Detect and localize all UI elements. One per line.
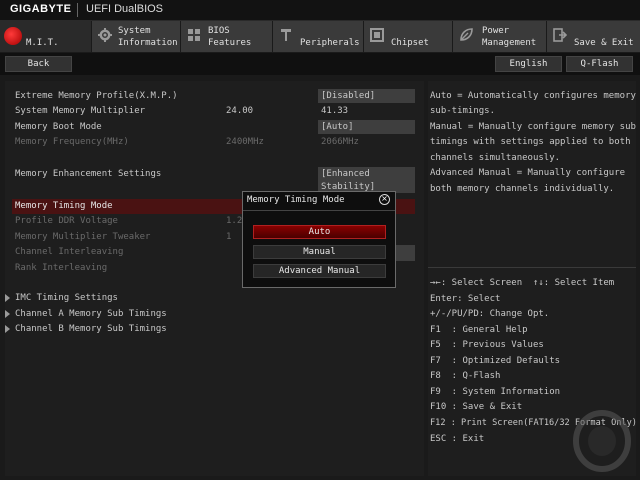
setting-memory-multiplier[interactable]: System Memory Multiplier: [15, 105, 145, 117]
dialog-title: Memory Timing Mode: [247, 195, 345, 205]
tab-label-line2: Management: [482, 38, 537, 48]
setting-memory-frequency-current: 2400MHz: [226, 137, 264, 147]
help-line: Advanced Manual = Manually configure: [430, 168, 626, 178]
key-legend-line: →←: Select Screen ↑↓: Select Item: [430, 278, 615, 288]
setting-memory-enhancement[interactable]: Memory Enhancement Settings: [15, 168, 161, 180]
tab-chipset[interactable]: Chipset: [364, 21, 453, 52]
setting-profile-ddr-voltage: Profile DDR Voltage: [15, 216, 118, 226]
memory-timing-mode-dialog: Memory Timing Mode × Auto Manual Advance…: [242, 191, 396, 288]
submenu-channel-a[interactable]: Channel A Memory Sub Timings: [15, 308, 167, 320]
product-name: UEFI DualBIOS: [86, 3, 164, 15]
tab-power-management[interactable]: Power Management: [453, 21, 547, 52]
tab-peripherals[interactable]: Peripherals: [273, 21, 364, 52]
back-button[interactable]: Back: [5, 56, 72, 72]
submenu-channel-b[interactable]: Channel B Memory Sub Timings: [15, 323, 167, 335]
tab-bios-features[interactable]: BIOS Features: [181, 21, 273, 52]
setting-memory-multiplier-value: 41.33: [321, 106, 349, 116]
tab-label: Save & Exit: [574, 38, 634, 48]
key-legend-line: F1 : General Help: [430, 325, 528, 335]
help-line: channels simultaneously.: [430, 153, 561, 163]
setting-xmp[interactable]: Extreme Memory Profile(X.M.P.): [15, 90, 178, 102]
setting-memory-frequency: Memory Frequency(MHz): [15, 137, 129, 147]
gear-icon: [98, 28, 112, 42]
key-legend-line: F10 : Save & Exit: [430, 402, 523, 412]
brand-separator: [77, 3, 78, 17]
tab-label: Peripherals: [300, 38, 360, 48]
chipset-icon: [370, 28, 384, 42]
submenu-arrow-icon: [5, 310, 10, 318]
setting-multiplier-tweaker-value: 1: [226, 232, 232, 242]
key-legend-line: Enter: Select: [430, 294, 501, 304]
setting-profile-ddr-voltage-value: 1.2: [226, 216, 243, 226]
setting-xmp-value[interactable]: [Disabled]: [321, 90, 375, 102]
key-legend-line: ESC : Exit: [430, 434, 485, 444]
tab-label: System: [118, 26, 151, 36]
exit-icon: [553, 28, 567, 42]
bios-chip-icon: [188, 29, 200, 41]
mit-icon: [4, 27, 22, 45]
setting-memory-enhancement-value[interactable]: [Enhanced: [321, 168, 370, 180]
peripherals-icon: [281, 29, 291, 41]
option-manual[interactable]: Manual: [253, 245, 386, 259]
submenu-imc-timing[interactable]: IMC Timing Settings: [15, 292, 118, 304]
tab-label-line2: Information: [118, 38, 178, 48]
brand-logo: GIGABYTE: [10, 3, 72, 15]
key-legend-line: F7 : Optimized Defaults: [430, 356, 561, 366]
dialog-separator: [243, 210, 395, 211]
setting-memory-boot-mode-value[interactable]: [Auto]: [321, 121, 354, 133]
tab-label: Chipset: [391, 38, 429, 48]
setting-multiplier-tweaker: Memory Multiplier Tweaker: [15, 232, 151, 242]
key-legend-line: F5 : Previous Values: [430, 340, 544, 350]
help-line: both memory channels individually.: [430, 184, 615, 194]
tab-label: Power: [482, 26, 510, 36]
key-legend-line: F8 : Q-Flash: [430, 371, 501, 381]
tab-save-exit[interactable]: Save & Exit: [547, 21, 640, 52]
main-tabs: M.I.T. System Information BIOS Features …: [0, 21, 640, 52]
submenu-arrow-icon: [5, 325, 10, 333]
power-leaf-icon: [460, 28, 473, 41]
qflash-button[interactable]: Q-Flash: [566, 56, 633, 72]
help-line: Manual = Manually configure memory sub: [430, 122, 636, 132]
close-icon[interactable]: ×: [379, 194, 390, 205]
help-line: sub-timings.: [430, 106, 496, 116]
watermark-logo: [573, 410, 631, 472]
key-legend-line: F9 : System Information: [430, 387, 561, 397]
setting-memory-multiplier-current: 24.00: [226, 106, 254, 116]
tab-label: M.I.T.: [26, 38, 59, 48]
help-divider: [428, 267, 636, 268]
help-line: Auto = Automatically configures memory: [430, 91, 636, 101]
setting-memory-timing-mode[interactable]: Memory Timing Mode: [15, 200, 113, 212]
option-auto[interactable]: Auto: [253, 225, 386, 239]
submenu-arrow-icon: [5, 294, 10, 302]
setting-rank-interleaving: Rank Interleaving: [15, 263, 108, 273]
help-line: timings with settings applied to both: [430, 137, 631, 147]
language-button[interactable]: English: [495, 56, 562, 72]
title-bar: GIGABYTE UEFI DualBIOS: [0, 0, 640, 21]
setting-channel-interleaving: Channel Interleaving: [15, 247, 124, 257]
tab-label-line2: Features: [208, 38, 252, 48]
option-advanced-manual[interactable]: Advanced Manual: [253, 264, 386, 278]
tab-mit[interactable]: M.I.T.: [0, 21, 92, 52]
key-legend-line: +/-/PU/PD: Change Opt.: [430, 309, 550, 319]
setting-memory-boot-mode[interactable]: Memory Boot Mode: [15, 121, 102, 133]
tab-label: BIOS: [208, 26, 230, 36]
tab-system-information[interactable]: System Information: [92, 21, 181, 52]
setting-memory-frequency-value: 2066MHz: [321, 137, 359, 147]
